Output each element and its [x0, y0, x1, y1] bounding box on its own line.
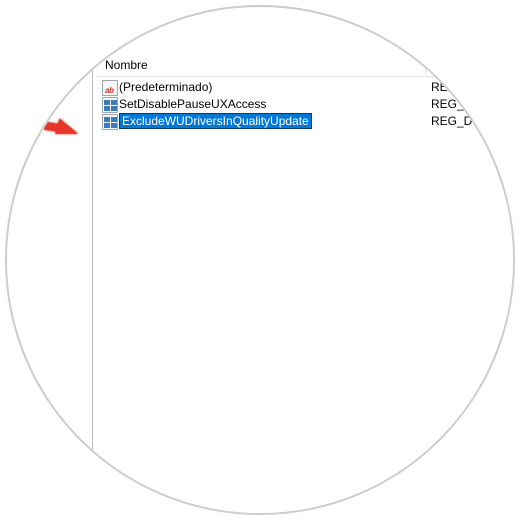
rows-container: (Predeterminado) REG_SZ SetDisablePauseU… — [97, 77, 513, 130]
table-row[interactable]: SetDisablePauseUXAccess REG_DW — [97, 96, 513, 113]
value-name: SetDisablePauseUXAccess — [119, 96, 425, 113]
reg-string-icon — [97, 80, 119, 96]
arrow-annotation-icon — [55, 118, 80, 139]
value-name: (Predeterminado) — [119, 79, 425, 96]
rename-input[interactable]: ExcludeWUDriversInQualityUpdate — [119, 113, 312, 129]
list-header: Nombre Tip — [97, 53, 513, 77]
reg-dword-icon — [97, 114, 119, 130]
column-header-type[interactable]: Tip — [426, 58, 513, 72]
reg-dword-icon — [97, 97, 119, 113]
value-type: REG_SZ — [425, 79, 513, 96]
registry-values-list: Nombre Tip (Predeterminado) REG_SZ SetDi… — [97, 53, 513, 513]
screenshot-clip: ▴ Nombre Tip (Predeterminado) REG_SZ Set… — [5, 5, 515, 515]
value-type: REG_DW — [425, 96, 513, 113]
table-row[interactable]: ExcludeWUDriversInQualityUpdate REG_DWO — [97, 113, 513, 130]
value-type: REG_DWO — [425, 113, 513, 130]
value-name-editing[interactable]: ExcludeWUDriversInQualityUpdate — [119, 113, 425, 130]
table-row[interactable]: (Predeterminado) REG_SZ — [97, 79, 513, 96]
pane-splitter[interactable] — [92, 53, 93, 493]
column-header-name[interactable]: Nombre — [97, 58, 425, 72]
